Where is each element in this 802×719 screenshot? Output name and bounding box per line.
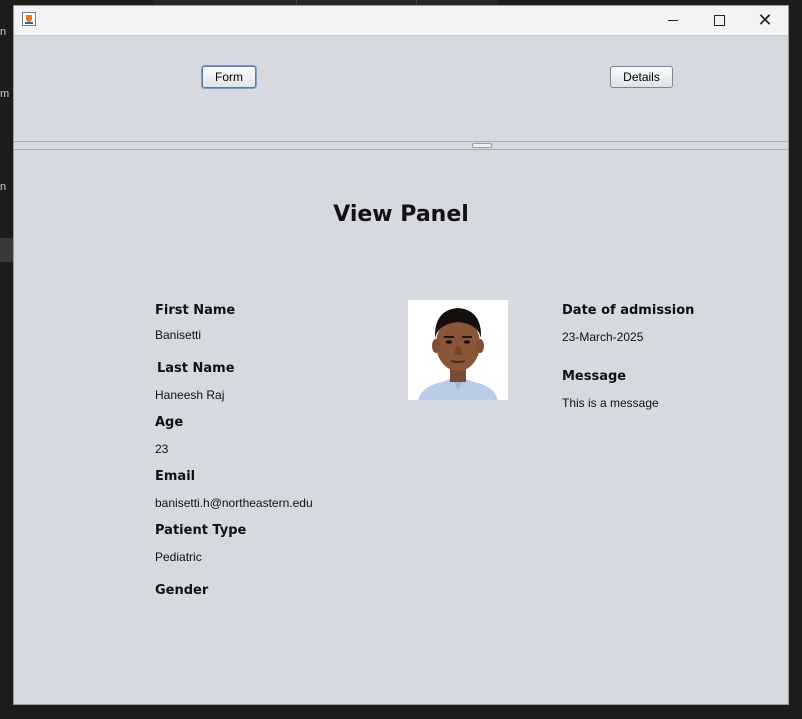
divider-grip-icon[interactable] [472, 143, 492, 148]
background-edge-text: m [0, 88, 10, 100]
age-label: Age [155, 415, 184, 430]
java-app-icon [22, 12, 36, 26]
close-icon: ✕ [757, 9, 773, 31]
date-of-admission-label: Date of admission [562, 303, 695, 318]
view-panel: View Panel First Name Banisetti Last Nam… [14, 150, 788, 704]
last-name-value: Haneesh Raj [155, 388, 225, 402]
email-label: Email [155, 469, 196, 484]
app-window: ✕ Form Details View Panel First Name Ban… [13, 5, 789, 705]
first-name-value: Banisetti [155, 328, 202, 342]
page-title: View Panel [333, 202, 469, 227]
email-value: banisetti.h@northeastern.edu [155, 496, 313, 510]
minimize-button[interactable] [650, 6, 696, 35]
background-edge-text: n [0, 181, 7, 193]
date-of-admission-value: 23-March-2025 [562, 330, 644, 344]
last-name-label: Last Name [157, 361, 235, 376]
form-button[interactable]: Form [202, 66, 256, 88]
patient-type-label: Patient Type [155, 523, 247, 538]
title-bar[interactable]: ✕ [14, 6, 788, 36]
background-edge-text: n [0, 26, 7, 38]
first-name-label: First Name [155, 303, 236, 318]
close-button[interactable]: ✕ [742, 6, 788, 35]
control-panel: Form Details [14, 36, 788, 141]
message-label: Message [562, 369, 627, 384]
patient-type-value: Pediatric [155, 550, 202, 564]
patient-photo [408, 300, 508, 400]
patient-photo-image [408, 300, 508, 400]
maximize-icon [713, 15, 725, 26]
minimize-icon [668, 20, 678, 21]
message-value: This is a message [562, 396, 659, 410]
background-selected-row [0, 238, 13, 262]
age-value: 23 [155, 442, 169, 456]
details-button[interactable]: Details [610, 66, 673, 88]
maximize-button[interactable] [696, 6, 742, 35]
split-pane-divider[interactable] [14, 141, 788, 150]
gender-label: Gender [155, 583, 209, 598]
